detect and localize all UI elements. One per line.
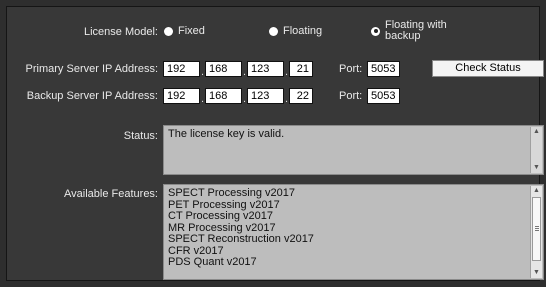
- ip-separator: .: [285, 93, 289, 105]
- backup-port-input[interactable]: 5053: [367, 88, 400, 104]
- radio-floating-with-backup[interactable]: Floating with backup: [371, 20, 447, 42]
- ip-separator: .: [201, 93, 205, 105]
- arrow-down-icon[interactable]: ▼: [531, 163, 542, 173]
- radio-floating[interactable]: Floating: [269, 26, 322, 37]
- features-list[interactable]: SPECT Processing v2017 PET Processing v2…: [163, 184, 544, 280]
- radio-fixed-label: Fixed: [178, 25, 205, 37]
- backup-port-label: Port:: [339, 90, 363, 102]
- primary-port-input[interactable]: 5053: [367, 61, 400, 77]
- primary-ip-octet-1[interactable]: 192: [163, 61, 200, 77]
- features-scrollbar[interactable]: ▲ ▼: [530, 186, 542, 278]
- radio-floating-label: Floating: [283, 25, 323, 37]
- radio-icon: [164, 27, 173, 36]
- primary-ip-octet-2[interactable]: 168: [205, 61, 242, 77]
- primary-server-label: Primary Server IP Address:: [25, 63, 158, 75]
- ip-separator: .: [243, 93, 247, 105]
- backup-ip-octet-4[interactable]: 22: [289, 88, 313, 104]
- backup-ip-octet-1[interactable]: 192: [163, 88, 200, 104]
- status-label: Status:: [123, 130, 158, 142]
- status-textarea[interactable]: The license key is valid. ▲ ▼: [163, 125, 544, 175]
- grip-line: [535, 226, 539, 227]
- backup-ip-octet-2[interactable]: 168: [205, 88, 242, 104]
- features-label: Available Features:: [64, 188, 158, 200]
- primary-port-label: Port:: [339, 63, 363, 75]
- grip-line: [535, 230, 539, 231]
- check-status-button[interactable]: Check Status: [432, 60, 544, 77]
- status-text: The license key is valid.: [168, 128, 285, 140]
- list-item[interactable]: PDS Quant v2017: [168, 256, 314, 269]
- grip-line: [535, 228, 539, 229]
- ip-separator: .: [285, 66, 289, 78]
- list-item[interactable]: SPECT Reconstruction v2017: [168, 233, 314, 246]
- features-items: SPECT Processing v2017 PET Processing v2…: [168, 187, 314, 269]
- primary-ip-octet-4[interactable]: 21: [289, 61, 313, 77]
- backup-ip-octet-3[interactable]: 123: [247, 88, 284, 104]
- radio-fixed[interactable]: Fixed: [164, 26, 205, 37]
- backup-server-label: Backup Server IP Address:: [26, 90, 158, 102]
- ip-separator: .: [243, 66, 247, 78]
- arrow-down-icon[interactable]: ▼: [531, 268, 542, 278]
- license-model-label: License Model:: [84, 26, 158, 38]
- primary-ip-octet-3[interactable]: 123: [247, 61, 284, 77]
- radio-floating-with-backup-label: Floating with backup: [385, 19, 447, 42]
- status-scrollbar[interactable]: ▲ ▼: [530, 127, 542, 173]
- radio-icon: [371, 26, 380, 36]
- list-item[interactable]: SPECT Processing v2017: [168, 187, 314, 200]
- scrollbar-thumb[interactable]: [532, 197, 541, 261]
- radio-icon: [269, 27, 278, 36]
- arrow-up-icon[interactable]: ▲: [531, 186, 542, 196]
- arrow-up-icon[interactable]: ▲: [531, 127, 542, 137]
- list-item[interactable]: CT Processing v2017: [168, 210, 314, 223]
- ip-separator: .: [201, 66, 205, 78]
